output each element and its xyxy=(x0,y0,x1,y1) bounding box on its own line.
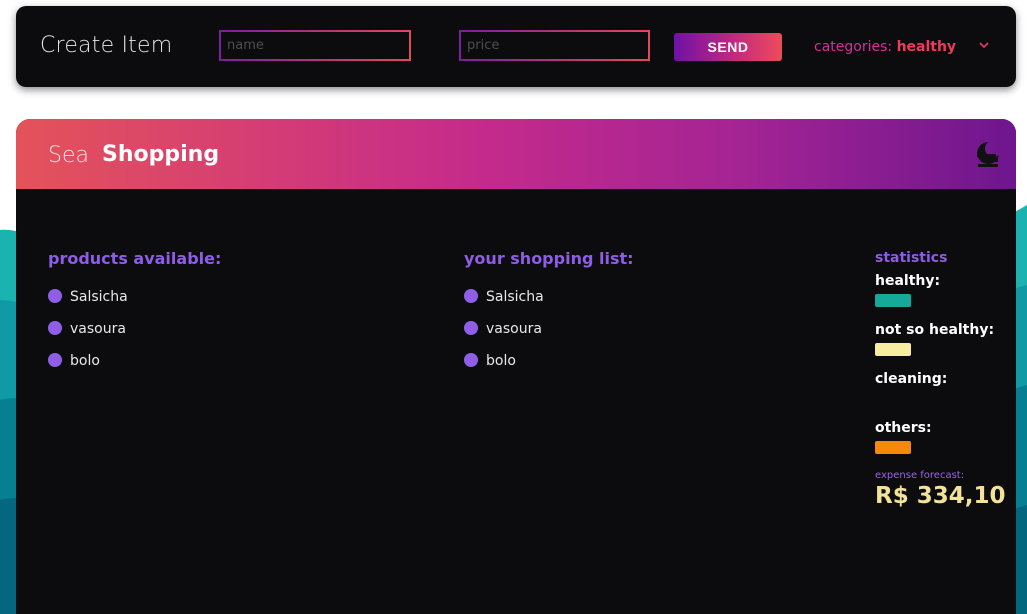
shopping-list-item-label: bolo xyxy=(486,353,516,369)
shopping-list-title: your shopping list: xyxy=(464,249,634,268)
stat-others-bar xyxy=(875,441,911,454)
bullet-dot-icon xyxy=(48,353,62,367)
name-input[interactable] xyxy=(219,30,411,61)
product-item-label: bolo xyxy=(70,353,100,369)
stat-cleaning-label: cleaning: xyxy=(875,371,948,387)
brand-shopping: Shopping xyxy=(102,142,220,167)
category-value: healthy xyxy=(896,39,957,55)
statistics-title: statistics xyxy=(875,250,948,266)
expense-forecast-value: R$ 334,10 xyxy=(875,483,1006,509)
category-label: categories: xyxy=(814,39,893,55)
bullet-dot-icon xyxy=(464,353,478,367)
product-item-label: Salsicha xyxy=(70,289,128,305)
expense-forecast-label: expense forecast: xyxy=(875,470,965,481)
stat-healthy-label: healthy: xyxy=(875,273,941,289)
products-title: products available: xyxy=(48,249,222,268)
send-button[interactable]: SEND xyxy=(674,33,782,61)
app-window: Create Item SEND categories: healthy Sea… xyxy=(0,0,1027,614)
shopping-list-item-label: Salsicha xyxy=(486,289,544,305)
create-item-bar: Create Item SEND categories: healthy xyxy=(16,6,1016,87)
stat-not-so-healthy-label: not so healthy: xyxy=(875,322,995,338)
bullet-dot-icon xyxy=(464,289,478,303)
app-header: Sea Shopping xyxy=(16,119,1016,189)
bullet-dot-icon xyxy=(48,321,62,335)
product-item-label: vasoura xyxy=(70,321,126,337)
stat-others-label: others: xyxy=(875,420,932,436)
price-input[interactable] xyxy=(459,30,650,61)
stat-healthy-bar xyxy=(875,294,911,307)
brand-sea: Sea xyxy=(48,143,89,168)
shopping-list-item-label: vasoura xyxy=(486,321,542,337)
bullet-dot-icon xyxy=(464,321,478,335)
bullet-dot-icon xyxy=(48,289,62,303)
category-select[interactable]: categories: healthy xyxy=(814,39,956,55)
shopping-panel: Sea Shopping products available: Salsich… xyxy=(16,119,1016,614)
chevron-down-icon[interactable] xyxy=(978,39,990,51)
stat-not-so-healthy-bar xyxy=(875,343,911,356)
create-item-title: Create Item xyxy=(40,33,173,58)
moon-icon[interactable] xyxy=(973,140,1001,168)
